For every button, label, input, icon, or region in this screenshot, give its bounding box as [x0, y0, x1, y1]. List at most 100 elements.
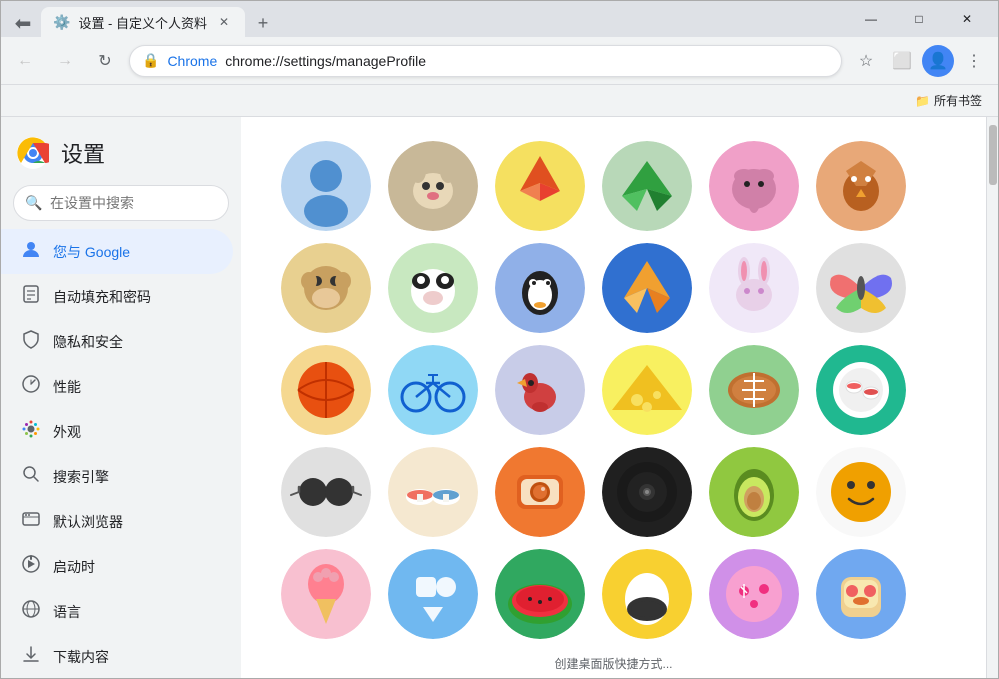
menu-button[interactable]: ⋮ — [958, 45, 990, 77]
maximize-button[interactable]: □ — [896, 3, 942, 35]
scroll-thumb[interactable] — [989, 125, 997, 185]
bookmarks-bar: 📁 所有书签 — [1, 85, 998, 117]
search-input[interactable] — [13, 185, 229, 221]
back-button[interactable]: ← — [9, 45, 41, 77]
avatar-cheese[interactable] — [602, 345, 692, 435]
toolbar-icons: ☆ ⬜ 👤 ⋮ — [850, 45, 990, 77]
sidebar-item-performance[interactable]: 性能 — [1, 364, 233, 409]
avatar-fox-origami[interactable] — [495, 141, 585, 231]
avatar-penguin[interactable] — [495, 243, 585, 333]
avatar-bird-red[interactable] — [495, 345, 585, 435]
avatar-toast[interactable] — [816, 549, 906, 639]
avatar-sushi-plate[interactable] — [816, 345, 906, 435]
sidebar-item-download[interactable]: 下载内容 — [1, 634, 233, 678]
sidebar-header: 设置 — [1, 125, 241, 177]
security-icon: 🔒 — [142, 52, 159, 69]
tab-close-button[interactable]: ✕ — [215, 13, 233, 31]
sidebar-item-privacy[interactable]: 隐私和安全 — [1, 319, 233, 364]
sidebar-label-performance: 性能 — [53, 377, 81, 397]
window-controls: — □ ✕ — [848, 3, 990, 35]
performance-icon — [21, 374, 41, 399]
avatar-fox-origami2[interactable] — [602, 243, 692, 333]
search-icon: 🔍 — [25, 195, 42, 212]
address-bar: ← → ↻ 🔒 Chrome chrome://settings/manageP… — [1, 37, 998, 85]
avatar-smiley[interactable] — [816, 447, 906, 537]
avatar-elephant[interactable] — [709, 141, 799, 231]
close-button[interactable]: ✕ — [944, 3, 990, 35]
sidebar-label-language: 语言 — [53, 602, 81, 622]
footer-hint: 创建桌面版快捷方式... — [265, 647, 962, 678]
avatar-basketball[interactable] — [281, 345, 371, 435]
avatar-monkey[interactable] — [281, 243, 371, 333]
sidebar-label-autofill: 自动填充和密码 — [53, 287, 151, 307]
avatar-rabbit[interactable] — [709, 243, 799, 333]
split-view-button[interactable]: ⬜ — [886, 45, 918, 77]
avatar-sushi[interactable] — [388, 447, 478, 537]
search-icon — [21, 464, 41, 489]
avatar-eagle[interactable] — [816, 141, 906, 231]
sidebar-label-appearance: 外观 — [53, 422, 81, 442]
refresh-button[interactable]: ↻ — [89, 45, 121, 77]
sidebar-label-download: 下载内容 — [53, 647, 109, 667]
forward-button[interactable]: → — [49, 45, 81, 77]
folder-icon: 📁 — [915, 94, 930, 108]
avatar-bicycle[interactable] — [388, 345, 478, 435]
sidebar-item-appearance[interactable]: 外观 — [1, 409, 233, 454]
settings-title: 设置 — [61, 137, 105, 169]
avatar-avocado[interactable] — [709, 447, 799, 537]
avatar-camera[interactable] — [495, 447, 585, 537]
search-box: 🔍 — [13, 185, 229, 221]
avatar-football[interactable] — [709, 345, 799, 435]
sidebar-label-startup: 启动时 — [53, 557, 95, 577]
sidebar-label-privacy: 隐私和安全 — [53, 332, 123, 352]
new-tab-button[interactable]: + — [249, 9, 277, 37]
avatar-shapes-blue[interactable] — [388, 549, 478, 639]
avatar-icecream[interactable] — [281, 549, 371, 639]
sidebar-items: 您与 Google 自动填充和密码隐私和安全性能外观搜索引擎默认浏览器启动时语言下… — [1, 229, 241, 678]
tab-title: 设置 - 自定义个人资料 — [78, 13, 207, 32]
sidebar: 设置 🔍 您与 Google 自动填充和密码隐私和安全性能外观搜索引擎默认浏览器启… — [1, 117, 241, 678]
avatar-watermelon[interactable] — [495, 549, 585, 639]
tab-new-button[interactable]: ⬅ — [9, 9, 37, 37]
scrollbar[interactable] — [986, 117, 998, 678]
bookmarks-label: 所有书签 — [934, 92, 982, 109]
google-icon — [21, 239, 41, 264]
url-bar[interactable]: 🔒 Chrome chrome://settings/manageProfile — [129, 45, 842, 77]
title-bar: ⬅ ⚙️ 设置 - 自定义个人资料 ✕ + — □ ✕ — [1, 1, 998, 37]
sidebar-item-language[interactable]: 语言 — [1, 589, 233, 634]
sidebar-item-browser[interactable]: 默认浏览器 — [1, 499, 233, 544]
avatar-onigiri[interactable] — [602, 549, 692, 639]
avatar-pizza-kawaii[interactable] — [709, 549, 799, 639]
browser-icon — [21, 509, 41, 534]
sidebar-label-search: 搜索引擎 — [53, 467, 109, 487]
sidebar-item-google[interactable]: 您与 Google — [1, 229, 233, 274]
privacy-icon — [21, 329, 41, 354]
avatar-sunglasses[interactable] — [281, 447, 371, 537]
profile-button[interactable]: 👤 — [922, 45, 954, 77]
main-content: 设置 🔍 您与 Google 自动填充和密码隐私和安全性能外观搜索引擎默认浏览器启… — [1, 117, 998, 678]
chrome-brand-label: Chrome — [167, 53, 217, 69]
autofill-icon — [21, 284, 41, 309]
all-bookmarks[interactable]: 📁 所有书签 — [907, 88, 990, 113]
sidebar-item-search[interactable]: 搜索引擎 — [1, 454, 233, 499]
sidebar-item-startup[interactable]: 启动时 — [1, 544, 233, 589]
language-icon — [21, 599, 41, 624]
bookmark-button[interactable]: ☆ — [850, 45, 882, 77]
avatar-grid — [265, 133, 962, 647]
avatar-person-blue[interactable] — [281, 141, 371, 231]
url-path: chrome://settings/manageProfile — [225, 53, 426, 69]
download-icon — [21, 644, 41, 669]
avatar-vinyl[interactable] — [602, 447, 692, 537]
appearance-icon — [21, 419, 41, 444]
avatar-panda[interactable] — [388, 243, 478, 333]
tab-bar: ⬅ ⚙️ 设置 - 自定义个人资料 ✕ + — [9, 1, 840, 37]
avatar-butterfly[interactable] — [816, 243, 906, 333]
sidebar-item-autofill[interactable]: 自动填充和密码 — [1, 274, 233, 319]
tab-favicon: ⚙️ — [53, 14, 70, 31]
avatar-cat[interactable] — [388, 141, 478, 231]
minimize-button[interactable]: — — [848, 3, 894, 35]
content-scroll: 创建桌面版快捷方式... — [241, 117, 986, 678]
startup-icon — [21, 554, 41, 579]
avatar-bird-origami[interactable] — [602, 141, 692, 231]
active-tab[interactable]: ⚙️ 设置 - 自定义个人资料 ✕ — [41, 7, 245, 37]
